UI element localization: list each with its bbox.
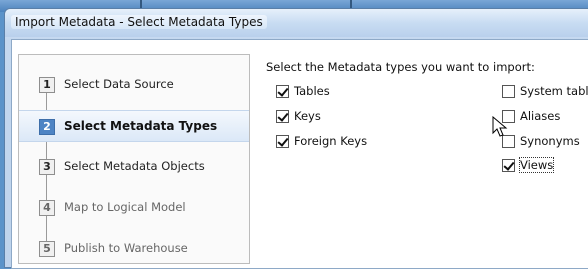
step-number: 2 (39, 119, 55, 135)
tables-label[interactable]: Tables (294, 84, 330, 98)
window-title: Import Metadata - Select Metadata Types (11, 15, 267, 29)
wizard-step-select-metadata-objects[interactable]: 3 Select Metadata Objects (19, 151, 249, 183)
step-number: 3 (39, 159, 55, 175)
system-tables-label[interactable]: System table (520, 84, 588, 98)
wizard-steps-panel: 1 Select Data Source 2 Select Metadata T… (18, 54, 250, 264)
wizard-step-publish-to-warehouse: 5 Publish to Warehouse (19, 233, 249, 265)
aliases-label[interactable]: Aliases (520, 109, 560, 123)
step-label: Map to Logical Model (64, 200, 186, 214)
views-checkbox[interactable] (502, 159, 515, 172)
views-label[interactable]: Views (518, 157, 555, 173)
step-number: 1 (39, 77, 55, 93)
mouse-pointer-icon (492, 116, 508, 137)
system-tables-checkbox[interactable] (502, 85, 515, 98)
step-label: Select Metadata Types (64, 119, 218, 133)
step-label: Select Data Source (64, 77, 174, 91)
step-label: Select Metadata Objects (64, 159, 205, 173)
dialog-body: 1 Select Data Source 2 Select Metadata T… (11, 39, 588, 269)
step-number: 5 (39, 241, 55, 257)
wizard-step-select-data-source[interactable]: 1 Select Data Source (19, 69, 249, 101)
foreign-keys-label[interactable]: Foreign Keys (294, 134, 367, 148)
keys-label[interactable]: Keys (294, 109, 321, 123)
metadata-types-heading: Select the Metadata types you want to im… (266, 60, 535, 74)
import-metadata-dialog: Import Metadata - Select Metadata Types … (4, 8, 588, 269)
step-number: 4 (39, 200, 55, 216)
foreign-keys-checkbox[interactable] (276, 135, 289, 148)
keys-checkbox[interactable] (276, 110, 289, 123)
wizard-step-select-metadata-types[interactable]: 2 Select Metadata Types (19, 110, 249, 142)
tables-checkbox[interactable] (276, 85, 289, 98)
title-bar[interactable]: Import Metadata - Select Metadata Types (5, 9, 588, 37)
wizard-step-map-to-logical-model: 4 Map to Logical Model (19, 192, 249, 224)
step-label: Publish to Warehouse (64, 241, 188, 255)
synonyms-label[interactable]: Synonyms (520, 134, 580, 148)
